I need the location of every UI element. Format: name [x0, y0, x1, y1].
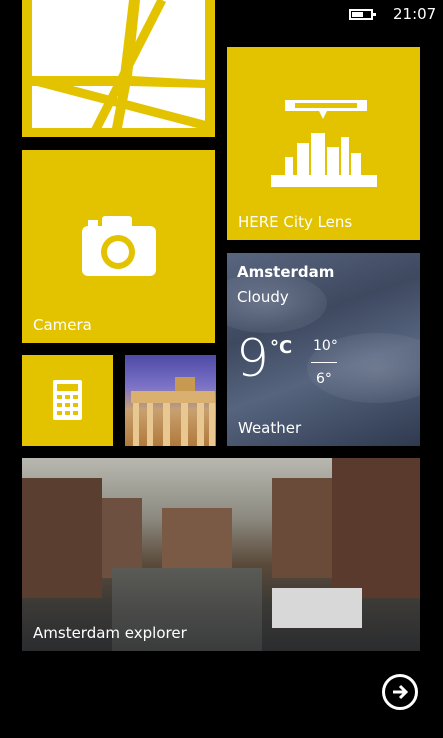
city-lens-icon: [271, 100, 377, 187]
weather-tile[interactable]: Amsterdam Cloudy 9 °C 10° 6° Weather: [227, 253, 420, 446]
city-lens-tile[interactable]: HERE City Lens: [227, 47, 420, 240]
store-tile[interactable]: [22, 0, 215, 137]
weather-high: 10°: [313, 338, 338, 354]
clock: 21:07: [393, 5, 437, 23]
weather-temperature: 9: [236, 329, 270, 389]
weather-label: Weather: [238, 419, 302, 437]
camera-label: Camera: [33, 316, 92, 334]
weather-condition: Cloudy: [237, 288, 289, 306]
camera-tile[interactable]: Camera: [22, 150, 215, 343]
arrow-right-icon: [393, 684, 409, 700]
calculator-tile[interactable]: [22, 355, 113, 446]
weather-divider: [311, 362, 337, 363]
all-apps-button[interactable]: [382, 674, 418, 710]
amsterdam-explorer-tile[interactable]: Amsterdam explorer: [22, 458, 420, 651]
amsterdam-explorer-label: Amsterdam explorer: [33, 624, 187, 642]
calculator-icon: [53, 380, 82, 420]
weather-low: 6°: [316, 371, 332, 387]
brandenburg-gate-image: [131, 377, 215, 446]
weather-city: Amsterdam: [237, 263, 335, 281]
photos-tile[interactable]: [125, 355, 216, 446]
city-lens-label: HERE City Lens: [238, 213, 353, 231]
weather-unit: °C: [270, 337, 293, 358]
camera-icon: [82, 216, 156, 276]
battery-icon: [349, 9, 376, 20]
windows-logo-icon: [30, 0, 215, 137]
